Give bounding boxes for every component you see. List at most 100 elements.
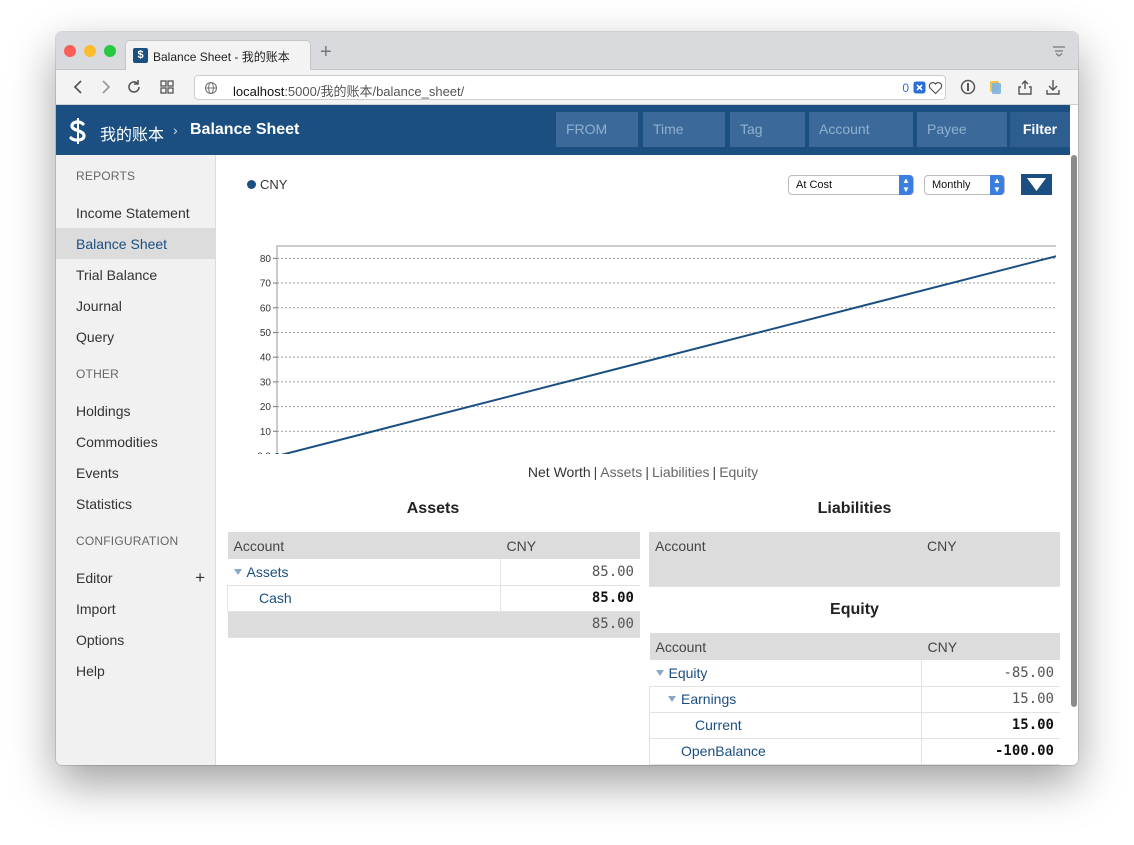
sidebar-item-help[interactable]: Help bbox=[56, 655, 215, 686]
account-link[interactable]: Assets bbox=[247, 564, 289, 580]
sidebar-item-options[interactable]: Options bbox=[56, 624, 215, 655]
account-link[interactable]: Cash bbox=[259, 590, 292, 606]
fava-logo-icon[interactable] bbox=[66, 117, 90, 145]
total-label-cell bbox=[227, 611, 501, 638]
table-row: OpenBalance -100.00 bbox=[649, 738, 1060, 765]
zoom-window-button[interactable] bbox=[104, 45, 116, 57]
y-tick-label: 60 bbox=[260, 303, 272, 314]
sidebar-item-journal[interactable]: Journal bbox=[56, 290, 215, 321]
share-icon[interactable] bbox=[1016, 78, 1034, 96]
legend-label: CNY bbox=[260, 177, 288, 192]
filter-button[interactable]: Filter bbox=[1010, 112, 1070, 147]
password-icon[interactable] bbox=[959, 78, 977, 96]
net-worth-chart[interactable]: 0.01020304050607080Wed 2506 AM12 PM06 PM… bbox=[216, 204, 1056, 454]
grid-icon[interactable] bbox=[158, 78, 176, 96]
select-arrows-icon: ▲ ▼ bbox=[899, 175, 913, 195]
account-column-header[interactable]: Account bbox=[227, 532, 501, 559]
chart-legend[interactable]: CNY bbox=[247, 177, 287, 192]
currency-column-header[interactable]: CNY bbox=[921, 532, 1060, 559]
assets-table: Account CNY Assets 85.00 Cash 85.00 85.0… bbox=[227, 532, 640, 638]
address-bar[interactable]: localhost:5000/我的账本/balance_sheet/ 0 bbox=[194, 75, 946, 100]
interval-select[interactable]: Monthly ▲ ▼ bbox=[924, 175, 1005, 195]
browser-window: $ Balance Sheet - 我的账本 + localhost:5000/… bbox=[56, 32, 1078, 765]
table-header-row: Account CNY bbox=[649, 532, 1060, 559]
liabilities-table: Account CNY bbox=[649, 532, 1060, 587]
net-worth-chart-link[interactable]: Net Worth bbox=[528, 464, 591, 480]
account-column-header[interactable]: Account bbox=[649, 532, 921, 559]
account-link[interactable]: Equity bbox=[669, 665, 708, 681]
sidebar-item-income-statement[interactable]: Income Statement bbox=[56, 197, 215, 228]
account-cell: Earnings bbox=[649, 686, 922, 713]
app-header: 我的账本 › Balance Sheet FROM Time Tag Accou… bbox=[56, 105, 1070, 155]
sidebar-item-trial-balance[interactable]: Trial Balance bbox=[56, 259, 215, 290]
table-row: Assets 85.00 bbox=[227, 559, 640, 586]
currency-column-header[interactable]: CNY bbox=[921, 633, 1060, 660]
liabilities-chart-link[interactable]: Liabilities bbox=[652, 464, 710, 480]
conversion-select[interactable]: At Cost ▲ ▼ bbox=[788, 175, 914, 195]
y-tick-label: 80 bbox=[260, 254, 272, 265]
tab-overview-icon[interactable] bbox=[1052, 45, 1066, 57]
time-filter-input[interactable]: Time bbox=[643, 112, 725, 147]
collapse-toggle-icon[interactable] bbox=[233, 568, 242, 575]
sidebar-heading-configuration: CONFIGURATION bbox=[76, 534, 179, 548]
account-column-header[interactable]: Account bbox=[649, 633, 922, 660]
balance-cell: 85.00 bbox=[500, 585, 640, 612]
minimize-window-button[interactable] bbox=[84, 45, 96, 57]
ledger-name-link[interactable]: 我的账本 bbox=[100, 121, 164, 145]
forward-icon[interactable] bbox=[96, 78, 114, 96]
tab-title: Balance Sheet - 我的账本 bbox=[153, 50, 290, 64]
plot-frame bbox=[276, 245, 1056, 454]
equity-chart-link[interactable]: Equity bbox=[719, 464, 758, 480]
collapse-toggle-icon[interactable] bbox=[668, 696, 676, 702]
globe-icon bbox=[204, 81, 218, 95]
sidebar-item-events[interactable]: Events bbox=[56, 457, 215, 488]
sidebar-item-import[interactable]: Import bbox=[56, 593, 215, 624]
collapse-toggle-icon[interactable] bbox=[655, 669, 664, 676]
balance-cell: -85.00 bbox=[921, 660, 1060, 687]
close-window-button[interactable] bbox=[64, 45, 76, 57]
from-filter-input[interactable]: FROM bbox=[556, 112, 638, 147]
add-entry-button[interactable]: + bbox=[195, 568, 205, 588]
page-title: Balance Sheet bbox=[190, 121, 300, 138]
table-row: Cash 85.00 bbox=[227, 585, 640, 612]
y-tick-label: 50 bbox=[260, 328, 272, 339]
account-filter-input[interactable]: Account bbox=[809, 112, 913, 147]
y-tick-label: 40 bbox=[260, 353, 272, 364]
chart-toggle-button[interactable] bbox=[1021, 174, 1052, 195]
sidebar-item-editor[interactable]: Editor + bbox=[56, 562, 215, 593]
account-cell: OpenBalance bbox=[649, 738, 922, 765]
new-tab-icon[interactable]: + bbox=[320, 41, 332, 64]
tag-filter-input[interactable]: Tag bbox=[730, 112, 805, 147]
sidebar-item-label: Editor bbox=[76, 570, 113, 586]
assets-chart-link[interactable]: Assets bbox=[600, 464, 642, 480]
shield-icon[interactable] bbox=[913, 81, 926, 94]
sidebar-item-query[interactable]: Query bbox=[56, 321, 215, 352]
y-tick-label: 70 bbox=[260, 279, 272, 290]
sidebar-heading-other: OTHER bbox=[76, 367, 119, 381]
sidebar-item-statistics[interactable]: Statistics bbox=[56, 488, 215, 519]
legend-dot-icon bbox=[247, 180, 256, 189]
account-link[interactable]: OpenBalance bbox=[681, 743, 766, 759]
data-point bbox=[274, 453, 280, 454]
extension-icon[interactable] bbox=[986, 78, 1004, 96]
sidebar-item-holdings[interactable]: Holdings bbox=[56, 395, 215, 426]
url-text: localhost:5000/我的账本/balance_sheet/ bbox=[233, 84, 465, 99]
page-scrollbar-thumb[interactable] bbox=[1071, 155, 1077, 707]
table-row: Equity -85.00 bbox=[649, 660, 1060, 687]
payee-filter-input[interactable]: Payee bbox=[917, 112, 1007, 147]
sidebar-item-balance-sheet[interactable]: Balance Sheet bbox=[56, 228, 215, 259]
account-link[interactable]: Earnings bbox=[681, 691, 736, 707]
back-icon[interactable] bbox=[70, 78, 88, 96]
download-icon[interactable] bbox=[1044, 78, 1062, 96]
heart-icon[interactable] bbox=[928, 81, 943, 95]
table-total-row: 85.00 bbox=[227, 611, 640, 638]
account-cell: Assets bbox=[227, 559, 501, 586]
reload-icon[interactable] bbox=[125, 78, 143, 96]
balance-cell: 15.00 bbox=[921, 712, 1060, 739]
account-link[interactable]: Current bbox=[695, 717, 742, 733]
sidebar-item-commodities[interactable]: Commodities bbox=[56, 426, 215, 457]
browser-tab[interactable]: $ Balance Sheet - 我的账本 bbox=[125, 40, 311, 70]
currency-column-header[interactable]: CNY bbox=[500, 532, 640, 559]
tab-bar: $ Balance Sheet - 我的账本 + bbox=[56, 32, 1078, 70]
liabilities-title: Liabilities bbox=[817, 500, 892, 517]
